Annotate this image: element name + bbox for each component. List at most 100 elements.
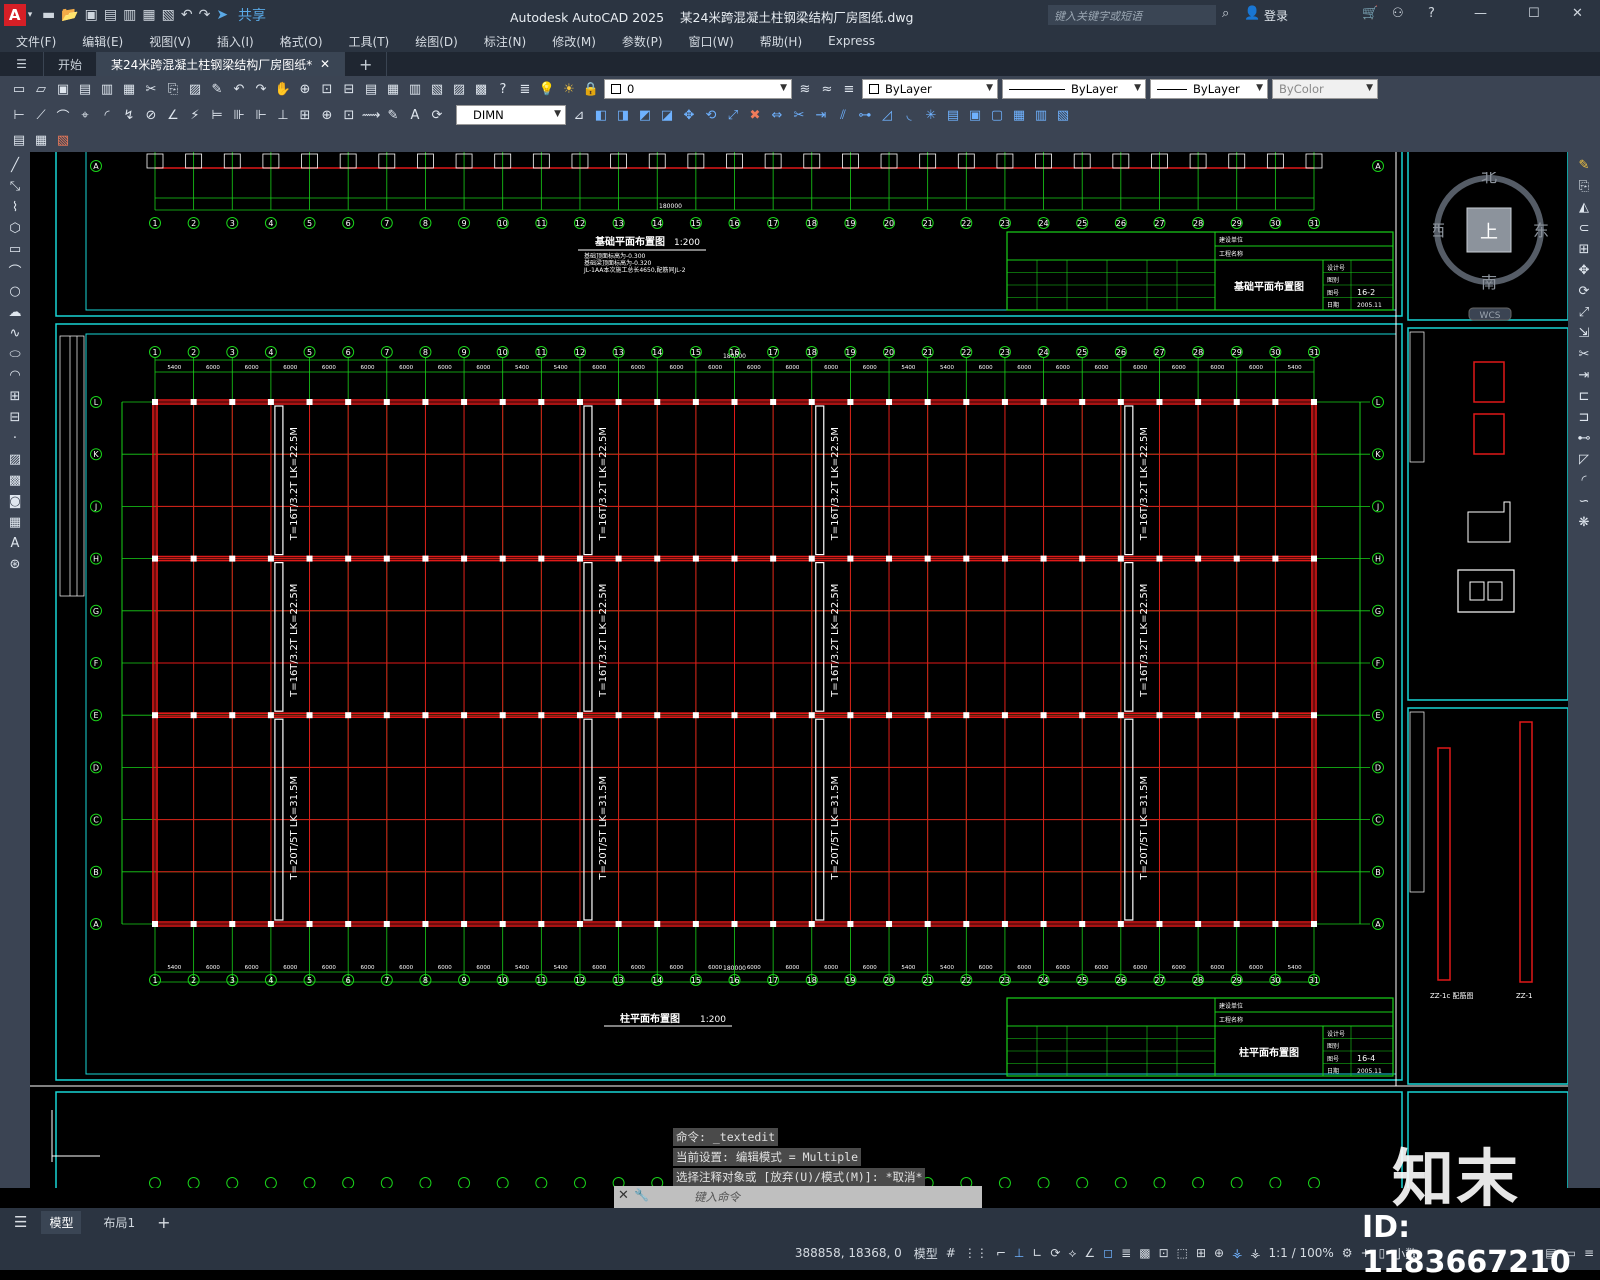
- properties-icon[interactable]: ▤: [362, 80, 380, 98]
- menu-tools[interactable]: 工具(T): [349, 33, 390, 50]
- construction-line-icon[interactable]: ⤡: [6, 177, 24, 195]
- maximize-icon[interactable]: ☐: [1528, 6, 1540, 21]
- layer-properties-icon[interactable]: ≣: [516, 80, 534, 98]
- menu-modify[interactable]: 修改(M): [552, 33, 596, 50]
- arc-icon[interactable]: ⌒: [6, 261, 24, 280]
- 3d-osnap-icon[interactable]: ⬚: [1177, 1246, 1188, 1260]
- help-icon[interactable]: ?: [1428, 6, 1435, 21]
- add-selected-icon[interactable]: ⊛: [6, 555, 24, 573]
- dim-arc-icon[interactable]: ⌒: [54, 106, 72, 125]
- fillet-icon[interactable]: ◜: [1575, 471, 1593, 489]
- markup-icon[interactable]: ▨: [450, 80, 468, 98]
- dim-space-icon[interactable]: ⊩: [252, 106, 270, 124]
- tab-model[interactable]: 模型: [41, 1210, 82, 1234]
- modify-explode-icon[interactable]: ✳: [922, 106, 940, 124]
- close-icon[interactable]: ✕: [1572, 6, 1583, 21]
- zoom-previous-icon[interactable]: ⊟: [340, 80, 358, 98]
- preview-icon[interactable]: ▥: [98, 80, 116, 98]
- zoom-realtime-icon[interactable]: ⊕: [296, 80, 314, 98]
- dim-jogged-icon[interactable]: ↯: [120, 106, 138, 124]
- rotate-icon[interactable]: ⟳: [1575, 282, 1593, 300]
- scale-icon[interactable]: ⤢: [1575, 303, 1593, 321]
- dim-baseline-icon[interactable]: ⊨: [208, 106, 226, 124]
- modify-offset-icon[interactable]: ◩: [636, 106, 654, 124]
- dim-edit-icon[interactable]: ✎: [384, 106, 402, 124]
- dim-diameter-icon[interactable]: ⊘: [142, 106, 160, 124]
- minimize-icon[interactable]: —: [1474, 6, 1487, 21]
- make-block-icon[interactable]: ⊟: [6, 408, 24, 426]
- draworder-icon[interactable]: ▤: [944, 106, 962, 124]
- dim-text-edit-icon[interactable]: A: [406, 106, 424, 124]
- gradient-icon[interactable]: ▩: [6, 471, 24, 489]
- modify-trim-icon[interactable]: ✂: [790, 106, 808, 124]
- grid-icon[interactable]: #: [946, 1246, 956, 1260]
- modify-break-icon[interactable]: ⫽: [834, 106, 852, 124]
- snap-icon[interactable]: ⋮⋮: [964, 1246, 988, 1260]
- share-icon[interactable]: ➤: [216, 7, 228, 23]
- linetype-dropdown[interactable]: ByLayer ▼: [1002, 79, 1146, 99]
- cut-icon[interactable]: ✂: [142, 80, 160, 98]
- layout-menu-icon[interactable]: ☰: [14, 1213, 27, 1231]
- gizmo-icon[interactable]: ⊕: [1214, 1246, 1224, 1260]
- hamburger-menu-icon[interactable]: ☰: [0, 52, 44, 76]
- dim-linear-icon[interactable]: ⊢: [10, 106, 28, 124]
- modify-mirror-icon[interactable]: ◨: [614, 106, 632, 124]
- viewcube[interactable]: 上 北 南 东 西 WCS: [1429, 167, 1551, 322]
- break-icon[interactable]: ⊐: [1575, 408, 1593, 426]
- redo-icon[interactable]: ↷: [199, 7, 211, 23]
- block-edit-icon[interactable]: ▦: [1010, 106, 1028, 124]
- dim-angular-icon[interactable]: ∠: [164, 106, 182, 124]
- mleader-style-icon[interactable]: ▧: [54, 131, 72, 149]
- share-button[interactable]: 共享: [238, 5, 266, 25]
- cart-icon[interactable]: 🛒: [1362, 6, 1378, 21]
- block-insert-icon[interactable]: ▣: [966, 106, 984, 124]
- jogged-linear-icon[interactable]: ⟿: [362, 106, 381, 124]
- menu-view[interactable]: 视图(V): [149, 33, 191, 50]
- ungroup-icon[interactable]: ▧: [1054, 106, 1072, 124]
- revcloud-icon[interactable]: ☁: [6, 303, 24, 321]
- trim-icon[interactable]: ✂: [1575, 345, 1593, 363]
- layer-state-icon[interactable]: ≡: [840, 80, 858, 98]
- modify-scale-icon[interactable]: ⤢: [724, 106, 742, 124]
- plot-icon[interactable]: ▤: [76, 80, 94, 98]
- redo-icon[interactable]: ↷: [252, 80, 270, 98]
- extend-icon[interactable]: ⇥: [1575, 366, 1593, 384]
- undo-icon[interactable]: ↶: [230, 80, 248, 98]
- quick-dim-icon[interactable]: ⚡: [186, 106, 204, 124]
- table-style-icon[interactable]: ▦: [32, 131, 50, 149]
- color-dropdown[interactable]: ByLayer ▼: [862, 79, 998, 99]
- dimstyle-manager-icon[interactable]: ⊿: [570, 106, 588, 124]
- dynamic-input-icon[interactable]: ⊥: [1014, 1246, 1024, 1260]
- text-style-icon[interactable]: ▤: [10, 131, 28, 149]
- dim-break-icon[interactable]: ⊥: [274, 106, 292, 124]
- command-input[interactable]: ✕ 🔧 键入命令: [614, 1186, 982, 1208]
- hatch-icon[interactable]: ▨: [6, 450, 24, 468]
- login-button[interactable]: 登录: [1264, 7, 1288, 24]
- selection-cycling-icon[interactable]: ⊡: [1159, 1246, 1169, 1260]
- region-icon[interactable]: ◙: [6, 492, 24, 510]
- tab-close-icon[interactable]: ✕: [320, 57, 330, 71]
- coordinates-readout[interactable]: 388858, 18368, 0: [795, 1246, 902, 1260]
- polyline-icon[interactable]: ⌇: [6, 198, 24, 216]
- offset-icon[interactable]: ⊂: [1575, 219, 1593, 237]
- copy-icon[interactable]: ⎘: [164, 80, 182, 98]
- modify-join-icon[interactable]: ⊶: [856, 106, 874, 124]
- group-icon[interactable]: ▥: [1032, 106, 1050, 124]
- lineweight-icon[interactable]: ≣: [1121, 1246, 1131, 1260]
- menu-express[interactable]: Express: [828, 34, 875, 48]
- calculator-icon[interactable]: ▩: [472, 80, 490, 98]
- modify-stretch-icon[interactable]: ⇔: [768, 106, 786, 124]
- infer-icon[interactable]: ⌐: [996, 1246, 1006, 1260]
- tab-drawing[interactable]: 某24米跨混凝土柱钢梁结构厂房图纸* ✕: [97, 52, 345, 76]
- dim-radius-icon[interactable]: ◜: [98, 106, 116, 124]
- save-as-icon[interactable]: ▤: [104, 7, 117, 23]
- search-icon[interactable]: ⌕: [1222, 6, 1229, 21]
- open-icon[interactable]: ▱: [32, 80, 50, 98]
- join-icon[interactable]: ⊷: [1575, 429, 1593, 447]
- new-file-icon[interactable]: ▬: [42, 7, 55, 23]
- erase-icon[interactable]: ✎: [1575, 156, 1593, 174]
- modify-extend-icon[interactable]: ⇥: [812, 106, 830, 124]
- ellipse-icon[interactable]: ⬭: [6, 345, 24, 363]
- osnap-tracking-icon[interactable]: ∠: [1084, 1246, 1095, 1260]
- transparency-icon[interactable]: ▩: [1139, 1246, 1150, 1260]
